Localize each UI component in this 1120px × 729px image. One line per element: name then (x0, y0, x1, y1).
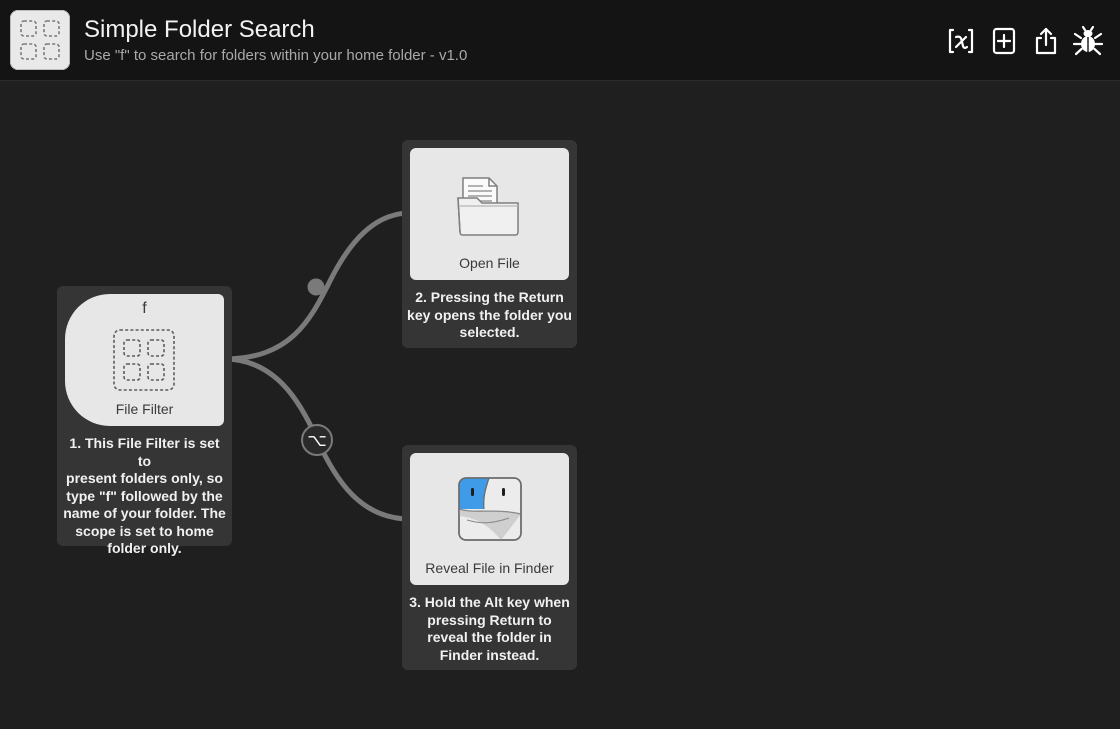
variables-icon (948, 28, 974, 54)
share-icon (1035, 27, 1057, 55)
open-file-node[interactable]: Open File 2. Pressing the Return key ope… (402, 140, 577, 348)
open-file-label: Open File (459, 255, 520, 271)
file-filter-node[interactable]: f File Filter 1. This File Filter is set… (57, 286, 232, 556)
dashed-folder-grid-icon (20, 20, 60, 60)
variables-button[interactable] (945, 24, 977, 58)
open-file-note: 2. Pressing the Return key opens the fol… (407, 289, 572, 340)
finder-icon (458, 477, 522, 541)
reveal-file-note: 3. Hold the Alt key when pressing Return… (409, 594, 570, 663)
workflow-header: Simple Folder Search Use "f" to search f… (0, 0, 1120, 81)
add-object-icon (992, 27, 1016, 55)
workflow-title: Simple Folder Search (84, 16, 315, 43)
add-object-button[interactable] (988, 24, 1020, 58)
workflow-icon[interactable] (10, 10, 70, 70)
option-key-symbol: ⌥ (307, 431, 327, 451)
file-filter-note: 1. This File Filter is set to present fo… (63, 435, 226, 556)
alt-modifier-badge[interactable]: ⌥ (301, 424, 333, 456)
reveal-file-card[interactable]: Reveal File in Finder (410, 453, 569, 585)
debug-bug-icon (1072, 25, 1104, 56)
file-filter-keyword: f (142, 300, 147, 317)
open-folder-icon (457, 177, 519, 236)
file-filter-label: File Filter (115, 401, 174, 417)
workflow-subtitle: Use "f" to search for folders within you… (84, 47, 468, 64)
reveal-file-node[interactable]: Reveal File in Finder 3. Hold the Alt ke… (402, 445, 577, 670)
share-button[interactable] (1030, 24, 1062, 58)
connection-dot[interactable] (307, 278, 325, 296)
open-file-card[interactable]: Open File (410, 148, 569, 280)
reveal-file-label: Reveal File in Finder (425, 560, 554, 576)
file-filter-card[interactable]: f File Filter (65, 294, 224, 426)
debug-button[interactable] (1072, 24, 1104, 58)
workflow-canvas[interactable]: ⌥ f File Filter 1. This File Filter is s… (0, 81, 1120, 729)
file-filter-icon (113, 329, 175, 391)
